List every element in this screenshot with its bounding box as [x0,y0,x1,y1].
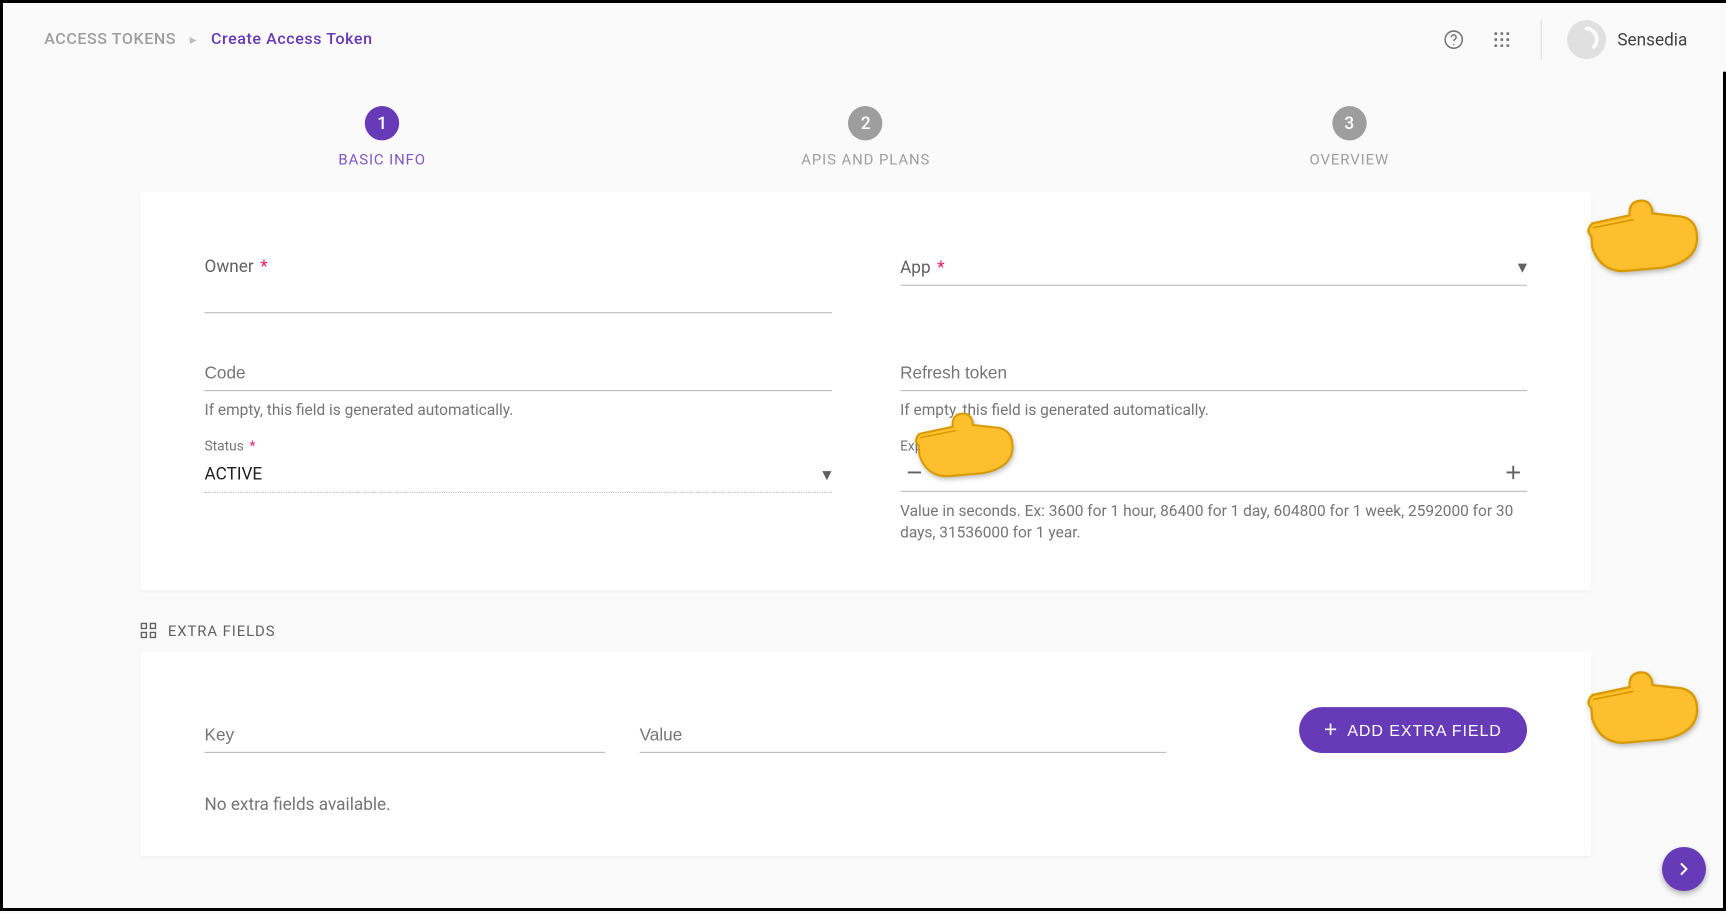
step-number: 1 [365,106,399,140]
expires-input[interactable] [1025,463,1401,482]
refresh-token-field-wrapper: If empty, this field is generated automa… [900,359,1527,422]
step-label: APIS AND PLANS [801,152,930,169]
status-select[interactable]: ACTIVE ▾ [205,459,832,493]
pointer-annotation-icon [1568,180,1705,283]
grid-icon [140,622,156,643]
expires-label: Expires in [900,438,1527,454]
increment-button[interactable] [1500,459,1527,486]
extra-key-input[interactable] [205,721,606,753]
step-apis-plans[interactable]: 2 APIS AND PLANS [624,106,1108,169]
refresh-token-input[interactable] [900,359,1527,391]
chevron-down-icon: ▾ [822,463,831,485]
extra-value-input[interactable] [640,721,1167,753]
app-label: App * [900,257,944,278]
status-label: Status * [205,438,832,454]
add-extra-field-button[interactable]: + ADD EXTRA FIELD [1299,707,1527,753]
extra-key-wrapper [205,721,606,753]
step-label: BASIC INFO [338,152,426,169]
app-field-wrapper: App * ▾ [900,256,1527,313]
code-field-wrapper: If empty, this field is generated automa… [205,359,832,422]
status-value: ACTIVE [205,464,263,485]
chevron-down-icon: ▾ [1518,256,1527,278]
code-input[interactable] [205,359,832,391]
user-menu[interactable]: Sensedia [1567,20,1687,59]
extra-fields-header: EXTRA FIELDS [140,622,1726,643]
status-field-wrapper: Status * ACTIVE ▾ [205,438,832,544]
wizard-stepper: 1 BASIC INFO 2 APIS AND PLANS 3 OVERVIEW [3,72,1726,192]
code-helper: If empty, this field is generated automa… [205,400,832,422]
breadcrumb-root[interactable]: ACCESS TOKENS [44,30,176,48]
breadcrumb: ACCESS TOKENS ▸ Create Access Token [44,30,372,48]
app-select[interactable]: App * ▾ [900,256,1527,286]
step-overview[interactable]: 3 OVERVIEW [1108,106,1592,169]
avatar [1567,20,1606,59]
owner-input[interactable] [205,281,832,313]
user-name: Sensedia [1617,29,1687,50]
step-basic-info[interactable]: 1 BASIC INFO [140,106,624,169]
chevron-right-icon [1674,859,1694,879]
plus-icon: + [1324,718,1338,741]
step-label: OVERVIEW [1310,152,1390,169]
expires-helper: Value in seconds. Ex: 3600 for 1 hour, 8… [900,501,1527,544]
topbar: ACCESS TOKENS ▸ Create Access Token Sens… [3,3,1726,72]
extra-fields-card: + ADD EXTRA FIELD No extra fields availa… [140,652,1591,856]
divider [1541,19,1542,60]
breadcrumb-current: Create Access Token [211,30,373,48]
add-extra-field-label: ADD EXTRA FIELD [1347,721,1501,739]
help-icon[interactable] [1440,26,1467,53]
topbar-right: Sensedia [1440,19,1687,60]
apps-grid-icon[interactable] [1488,26,1515,53]
no-extra-fields-text: No extra fields available. [205,794,1527,815]
owner-field-wrapper: Owner * [205,256,832,313]
decrement-button[interactable] [900,459,927,486]
expires-stepper [900,459,1527,492]
extra-fields-title: EXTRA FIELDS [168,624,276,641]
step-number: 2 [849,106,883,140]
step-number: 3 [1332,106,1366,140]
owner-label: Owner * [205,256,832,277]
chevron-right-icon: ▸ [190,32,197,48]
next-step-fab[interactable] [1662,847,1706,891]
pointer-annotation-icon [1568,652,1705,755]
basic-info-card: Owner * App * ▾ If empty, this field is … [140,192,1591,590]
expires-field-wrapper: Expires in Value in seconds. Ex: 3600 fo… [900,438,1527,544]
refresh-helper: If empty, this field is generated automa… [900,400,1527,422]
extra-value-wrapper [640,721,1167,753]
